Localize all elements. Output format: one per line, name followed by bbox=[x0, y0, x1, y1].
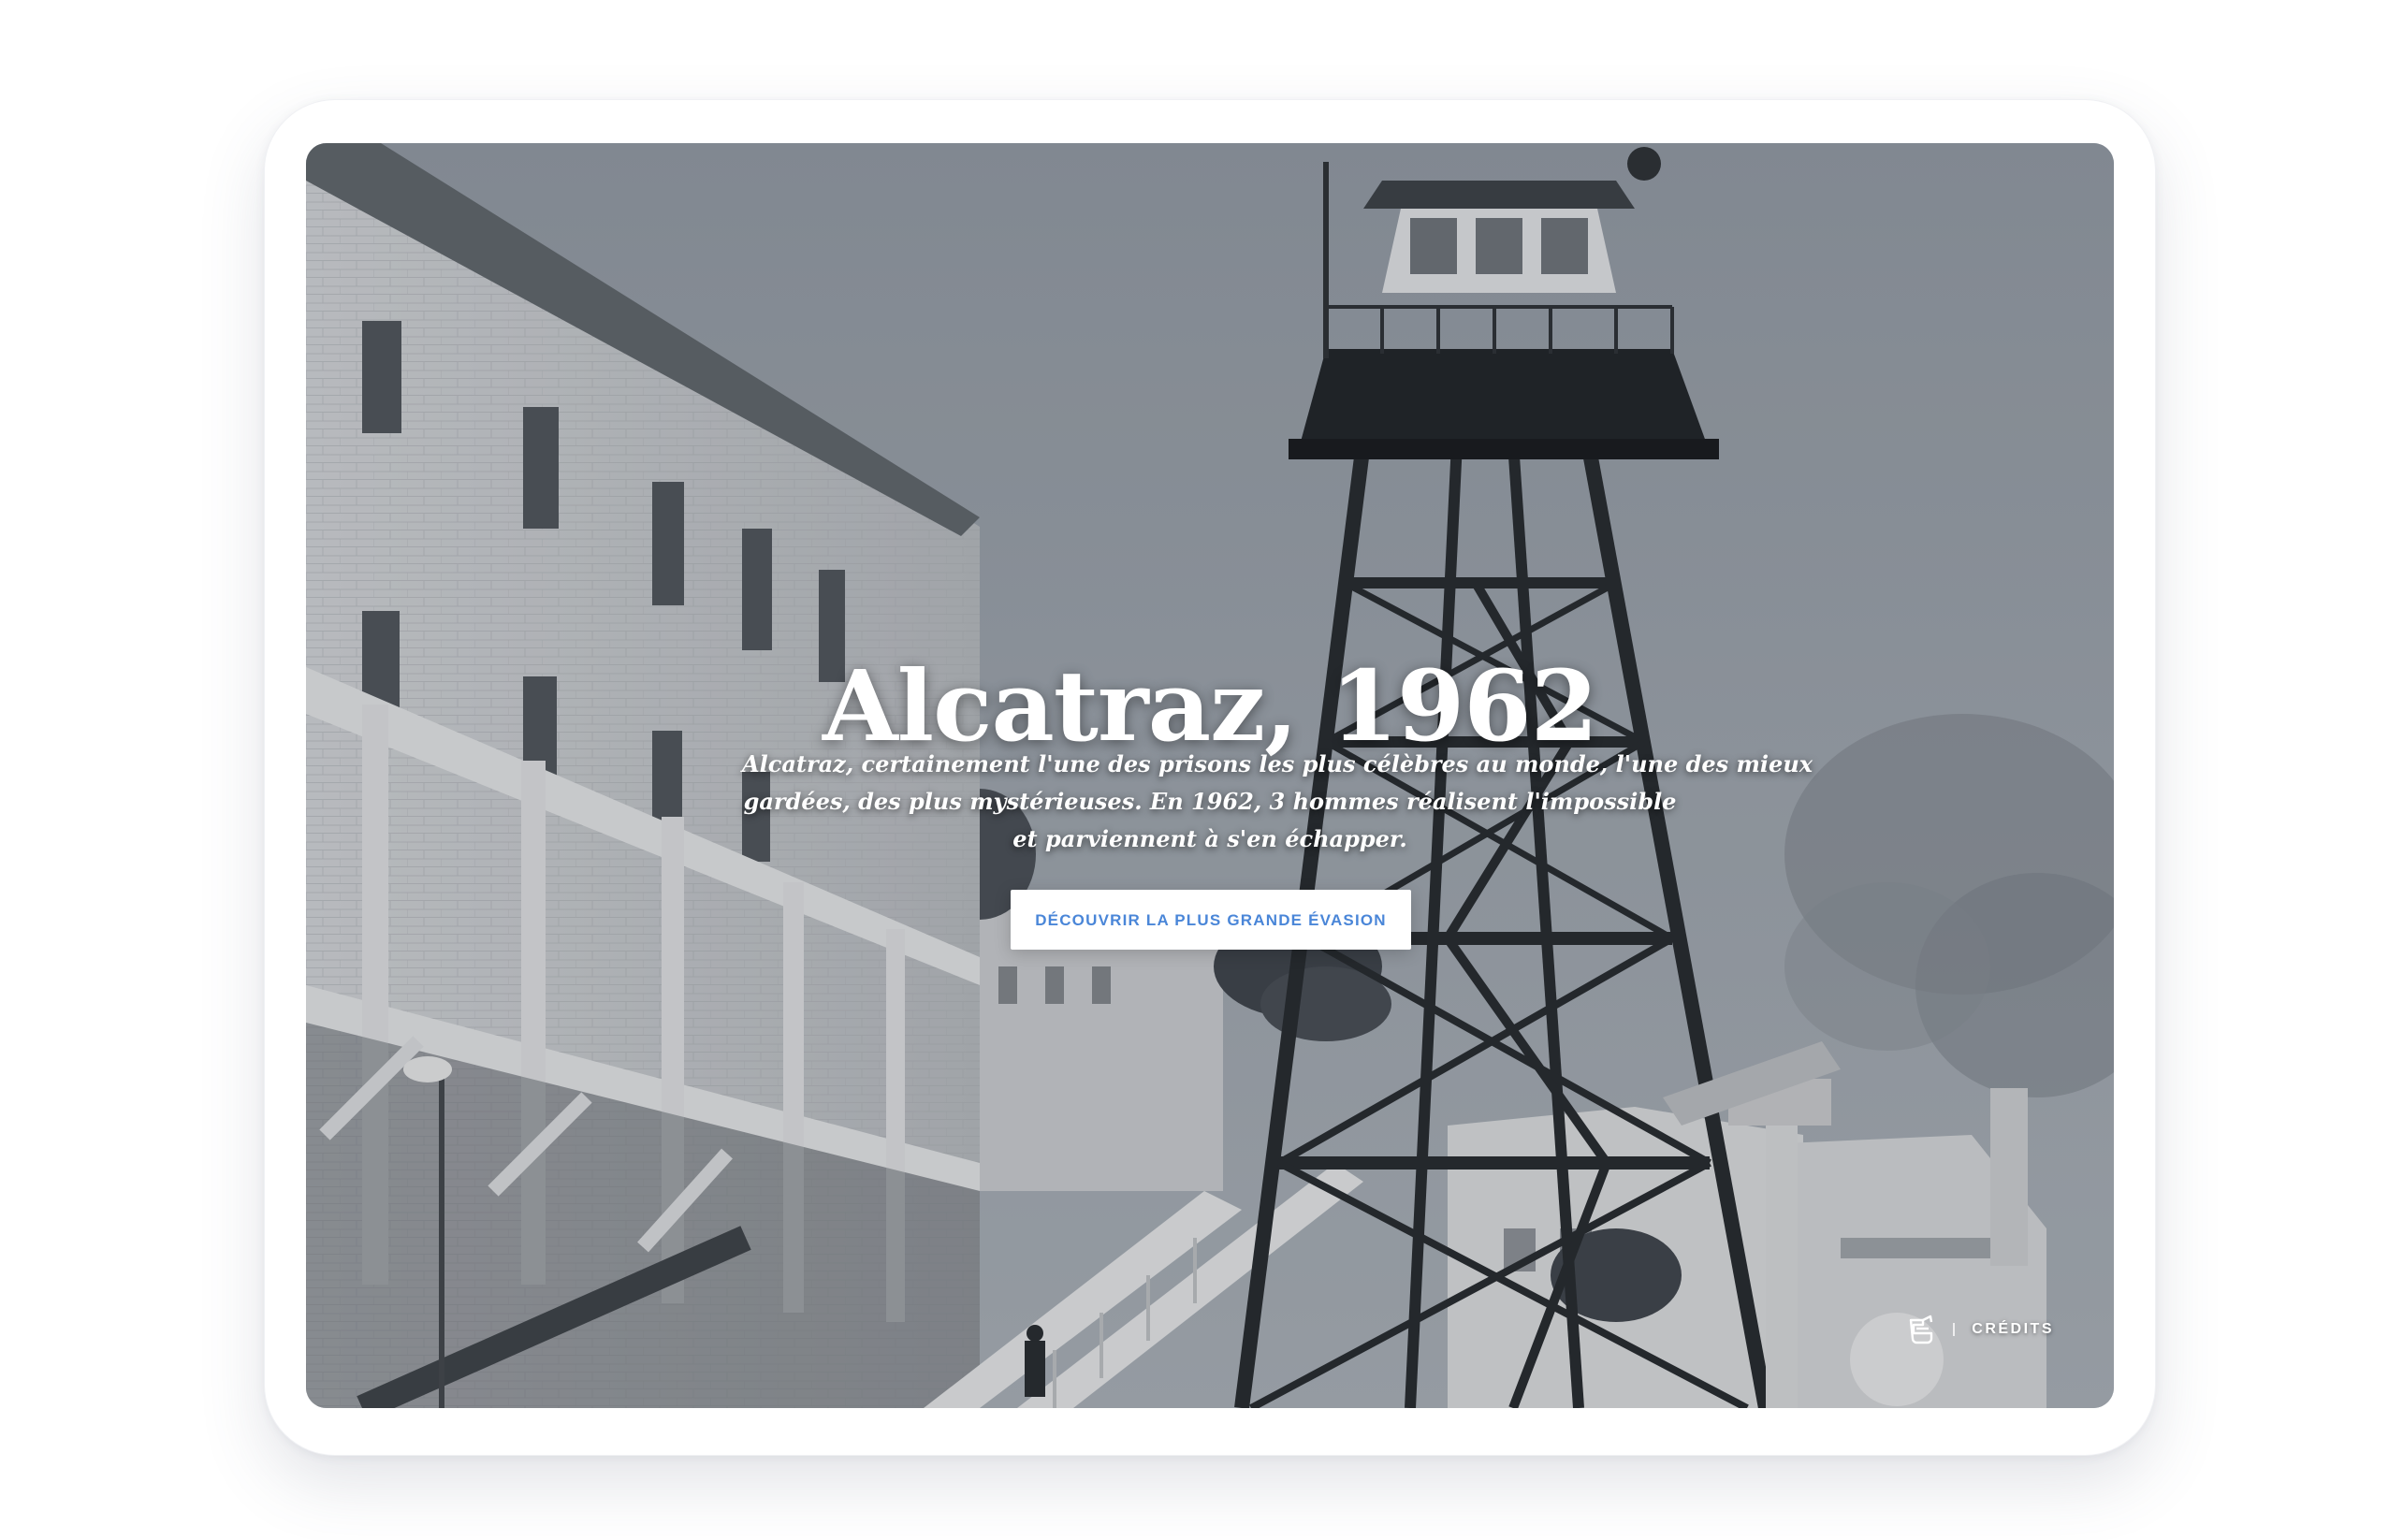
page-title: Alcatraz, 1962 bbox=[822, 647, 1598, 763]
hero-description-line: gardées, des plus mystérieuses. En 1962,… bbox=[743, 788, 1677, 815]
hero-description-line: et parviennent à s'en échapper. bbox=[1012, 825, 1407, 852]
footer-divider bbox=[1953, 1323, 1956, 1336]
credits-link[interactable]: CRÉDITS bbox=[1972, 1321, 2054, 1338]
bathtub-logo-icon[interactable] bbox=[1908, 1315, 1936, 1344]
hero-description: Alcatraz, certainement l'une des prisons… bbox=[742, 746, 1813, 858]
hero-description-line: Alcatraz, certainement l'une des prisons… bbox=[742, 750, 1813, 777]
discover-escape-button[interactable]: DÉCOUVRIR LA PLUS GRANDE ÉVASION bbox=[1011, 890, 1411, 950]
hero-screen: Alcatraz, 1962 Alcatraz, certainement l'… bbox=[306, 143, 2114, 1408]
footer-bar: CRÉDITS bbox=[1908, 1315, 2054, 1344]
